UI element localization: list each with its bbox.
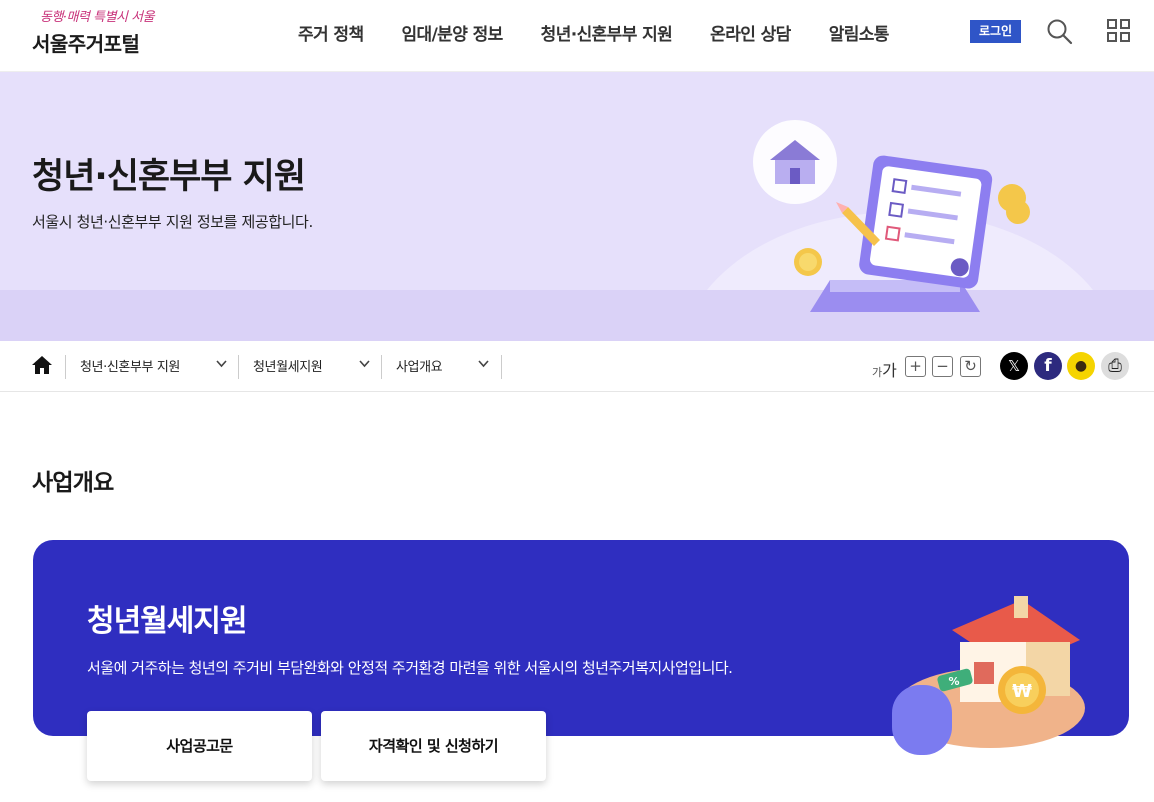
svg-text:%: %: [948, 675, 959, 688]
font-decrease-button[interactable]: −: [932, 356, 953, 377]
breadcrumb-divider: [381, 355, 382, 379]
global-nav: 주거 정책 임대/분양 정보 청년·신혼부부 지원 온라인 상담 알림소통: [298, 20, 927, 45]
chevron-down-icon[interactable]: [359, 360, 370, 368]
kakao-share-icon[interactable]: ●: [1067, 352, 1095, 380]
hero-banner: 청년·신혼부부 지원 서울시 청년·신혼부부 지원 정보를 제공합니다.: [0, 72, 1154, 341]
page-title: 청년·신혼부부 지원: [32, 157, 306, 197]
font-increase-button[interactable]: +: [905, 356, 926, 377]
search-icon[interactable]: [1046, 18, 1074, 46]
nav-notice[interactable]: 알림소통: [829, 20, 890, 45]
laptop-checklist-illustration: [753, 120, 1030, 312]
breadcrumb-depth2[interactable]: 청년월세지원: [253, 356, 323, 375]
page-description: 서울시 청년·신혼부부 지원 정보를 제공합니다.: [32, 213, 313, 231]
logo-slogan: 동행·매력 특별시 서울: [40, 10, 155, 25]
svg-text:₩: ₩: [1012, 681, 1032, 702]
breadcrumb-depth3[interactable]: 사업개요: [396, 356, 443, 375]
breadcrumb-divider: [65, 355, 66, 379]
announcement-button[interactable]: 사업공고문: [87, 711, 312, 781]
print-icon[interactable]: ⎙: [1101, 352, 1129, 380]
program-description: 서울에 거주하는 청년의 주거비 부담완화와 안정적 주거환경 마련을 위한 서…: [87, 659, 733, 677]
home-icon[interactable]: [31, 355, 53, 375]
section-title: 사업개요: [32, 470, 114, 496]
eligibility-apply-button[interactable]: 자격확인 및 신청하기: [321, 711, 546, 781]
breadcrumb-divider: [501, 355, 502, 379]
site-logo[interactable]: 서울주거포털: [32, 28, 140, 57]
font-reset-button[interactable]: ↻: [960, 356, 981, 377]
nav-youth-newlywed[interactable]: 청년·신혼부부 지원: [541, 20, 673, 45]
chevron-down-icon[interactable]: [216, 360, 227, 368]
nav-online-consult[interactable]: 온라인 상담: [710, 20, 791, 45]
nav-rental-sale-info[interactable]: 임대/분양 정보: [401, 20, 503, 45]
site-header: 동행·매력 특별시 서울 서울주거포털 주거 정책 임대/분양 정보 청년·신혼…: [0, 0, 1154, 72]
breadcrumb-depth1[interactable]: 청년·신혼부부 지원: [80, 356, 180, 375]
x-share-icon[interactable]: 𝕏: [1000, 352, 1028, 380]
breadcrumb: 청년·신혼부부 지원 청년월세지원 사업개요 가가 + − ↻ 𝕏 f ● ⎙: [0, 341, 1154, 392]
chevron-down-icon[interactable]: [478, 360, 489, 368]
breadcrumb-divider: [238, 355, 239, 379]
facebook-share-icon[interactable]: f: [1034, 352, 1062, 380]
nav-housing-policy[interactable]: 주거 정책: [298, 20, 364, 45]
program-title: 청년월세지원: [87, 604, 248, 639]
login-button[interactable]: 로그인: [970, 20, 1021, 43]
house-in-hand-illustration: ₩ %: [892, 596, 1085, 755]
all-menu-icon[interactable]: [1106, 18, 1132, 44]
font-size-label: 가가: [872, 361, 897, 380]
